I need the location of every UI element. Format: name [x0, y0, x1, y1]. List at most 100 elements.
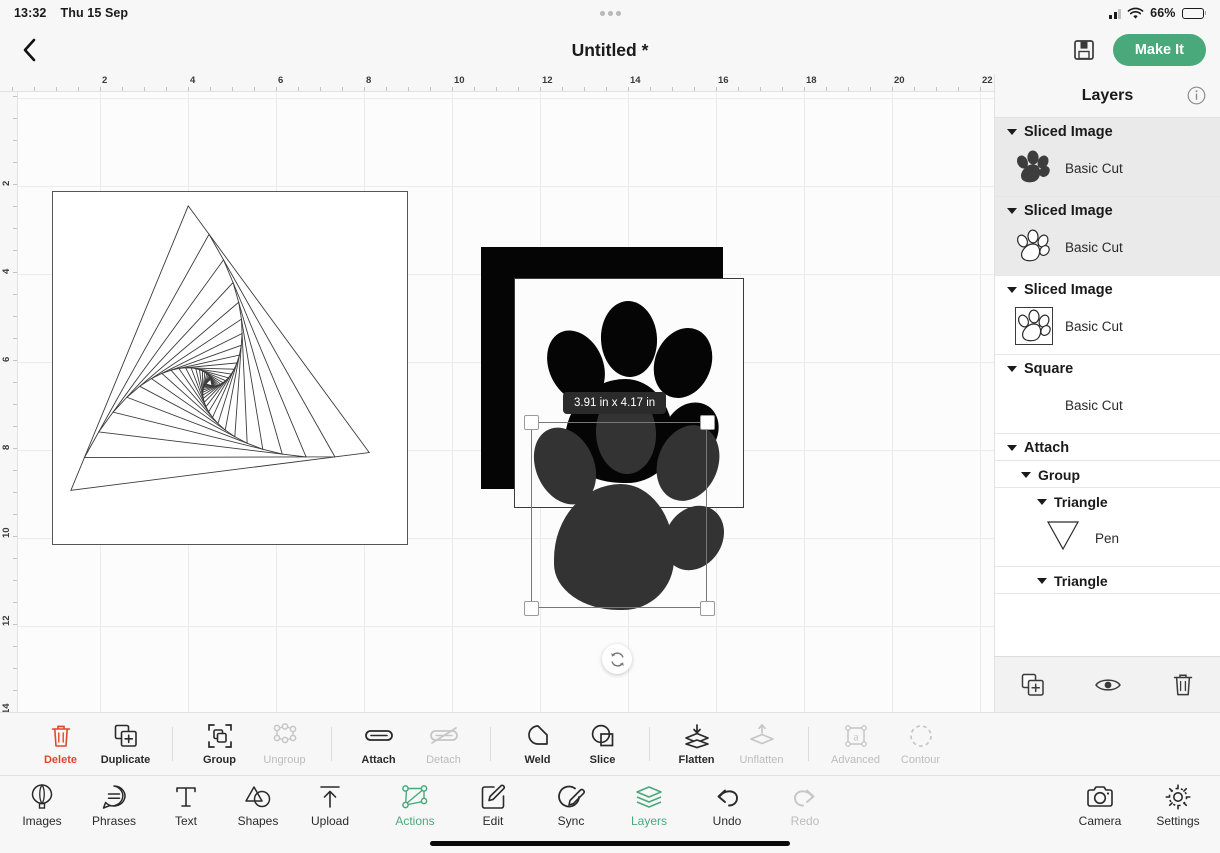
layer-group[interactable]: Square Basic Cut — [995, 355, 1220, 434]
tool-group-button[interactable]: Group — [193, 722, 246, 766]
ruler-tick — [13, 316, 17, 317]
canvas-workspace[interactable]: 2 4 6 8 10 12 14 16 18 20 22 2 4 6 8 10 12 14 — [0, 74, 994, 712]
selection-handle-bottom-left[interactable] — [524, 601, 539, 616]
paw-icon — [1016, 229, 1050, 262]
nav-shapes-button[interactable]: Shapes — [230, 783, 286, 828]
tool-label: Group — [203, 754, 236, 766]
ruler-tick — [122, 87, 123, 91]
ruler-tick — [584, 87, 585, 91]
layer-group[interactable]: Sliced Image Basic Cut — [995, 276, 1220, 355]
nav-phrases-button[interactable]: Phrases — [86, 783, 142, 828]
make-it-button[interactable]: Make It — [1112, 34, 1206, 66]
nav-undo-button[interactable]: Undo — [699, 783, 755, 828]
layer-group[interactable]: Attach — [995, 434, 1220, 461]
tool-label: Delete — [43, 754, 78, 766]
grid-line — [980, 92, 981, 712]
tool-delete-button[interactable]: Delete — [34, 722, 87, 766]
nav-sync-button[interactable]: Sync — [543, 783, 599, 828]
tool-flatten-button[interactable]: Flatten — [670, 722, 723, 766]
nav-layers-button[interactable]: Layers — [621, 783, 677, 828]
nav-label: Text — [174, 813, 197, 828]
home-indicator[interactable] — [430, 841, 790, 846]
nav-images-button[interactable]: Images — [14, 783, 70, 828]
layer-row[interactable]: Basic Cut — [995, 302, 1220, 354]
visibility-toggle-button[interactable] — [1091, 670, 1125, 700]
layer-group[interactable]: Sliced Image Basic Cut — [995, 118, 1220, 197]
layer-group[interactable]: Triangle — [995, 567, 1220, 594]
multitask-dots-icon[interactable] — [599, 10, 621, 16]
layer-operation-label: Pen — [1095, 530, 1120, 546]
nav-label: Redo — [790, 813, 820, 828]
save-button[interactable] — [1071, 37, 1097, 63]
ruler-tick — [540, 87, 541, 91]
nav-actions-button[interactable]: Actions — [387, 783, 443, 828]
layer-group[interactable]: Sliced Image Basic Cut — [995, 197, 1220, 276]
back-button[interactable] — [14, 35, 44, 65]
selection-bounding-box[interactable] — [531, 422, 707, 608]
caret-down-icon[interactable] — [1037, 578, 1047, 584]
rotate-handle[interactable] — [602, 644, 632, 674]
layer-row[interactable]: Pen — [995, 514, 1220, 566]
ruler-tick — [13, 558, 17, 559]
layer-row[interactable]: Basic Cut — [995, 223, 1220, 275]
caret-down-icon[interactable] — [1007, 366, 1017, 372]
layer-group-header[interactable]: Sliced Image — [995, 276, 1220, 302]
layer-thumbnail[interactable] — [1015, 307, 1053, 345]
layer-group-header[interactable]: Sliced Image — [995, 118, 1220, 144]
delete-layer-button[interactable] — [1166, 670, 1200, 700]
nav-settings-button[interactable]: Settings — [1150, 783, 1206, 828]
caret-down-icon[interactable] — [1007, 445, 1017, 451]
advanced-icon: a — [843, 722, 869, 750]
info-icon[interactable] — [1187, 86, 1206, 105]
layer-group-header[interactable]: Square — [995, 355, 1220, 381]
caret-down-icon[interactable] — [1021, 472, 1031, 478]
wifi-icon — [1127, 7, 1144, 20]
tool-duplicate-button[interactable]: Duplicate — [99, 722, 152, 766]
design-canvas[interactable]: 3.91 in x 4.17 in — [18, 92, 994, 712]
ruler-tick — [870, 87, 871, 91]
ruler-tick — [848, 87, 849, 91]
layer-row[interactable]: Basic Cut — [995, 381, 1220, 433]
layer-thumbnail[interactable] — [1015, 386, 1053, 424]
layer-group-header[interactable]: Triangle — [995, 488, 1220, 514]
tool-label: Contour — [900, 754, 941, 766]
canvas-object-triangle-square[interactable] — [52, 191, 408, 545]
speech-bubble-icon — [100, 783, 128, 811]
ruler-h-label: 20 — [894, 75, 905, 86]
nav-label: Undo — [712, 813, 742, 828]
layer-operation-label: Basic Cut — [1065, 318, 1123, 334]
caret-down-icon[interactable] — [1037, 499, 1047, 505]
nav-edit-button[interactable]: Edit — [465, 783, 521, 828]
layer-group[interactable]: Group — [995, 461, 1220, 488]
selection-handle-bottom-right[interactable] — [700, 601, 715, 616]
layer-thumbnail[interactable] — [1015, 228, 1053, 266]
nav-label: Layers — [630, 813, 668, 828]
layer-group-header[interactable]: Triangle — [995, 567, 1220, 593]
layer-row[interactable]: Basic Cut — [995, 144, 1220, 196]
selection-handle-top-left[interactable] — [524, 415, 539, 430]
layer-group-header[interactable]: Group — [995, 461, 1220, 487]
layers-list[interactable]: Sliced Image Basic Cut Sliced Image Basic… — [995, 118, 1220, 656]
layer-group[interactable]: Triangle Pen — [995, 488, 1220, 567]
layer-thumbnail[interactable] — [1015, 149, 1053, 187]
status-bar-right: 66% — [1109, 6, 1206, 20]
layer-group-label: Triangle — [1054, 494, 1108, 510]
ruler-tick — [760, 87, 761, 91]
grid-line — [892, 92, 893, 712]
layer-group-header[interactable]: Sliced Image — [995, 197, 1220, 223]
caret-down-icon[interactable] — [1007, 129, 1017, 135]
tool-attach-button[interactable]: Attach — [352, 722, 405, 766]
duplicate-layer-button[interactable] — [1016, 670, 1050, 700]
caret-down-icon[interactable] — [1007, 287, 1017, 293]
tool-weld-button[interactable]: Weld — [511, 722, 564, 766]
caret-down-icon[interactable] — [1007, 208, 1017, 214]
nav-label: Images — [22, 813, 62, 828]
layer-group-label: Sliced Image — [1024, 124, 1113, 140]
tool-slice-button[interactable]: Slice — [576, 722, 629, 766]
nav-camera-button[interactable]: Camera — [1072, 783, 1128, 828]
nav-text-button[interactable]: Text — [158, 783, 214, 828]
layer-group-header[interactable]: Attach — [995, 434, 1220, 460]
nav-upload-button[interactable]: Upload — [302, 783, 358, 828]
selection-handle-top-right[interactable] — [700, 415, 715, 430]
layer-thumbnail[interactable] — [1045, 519, 1083, 557]
